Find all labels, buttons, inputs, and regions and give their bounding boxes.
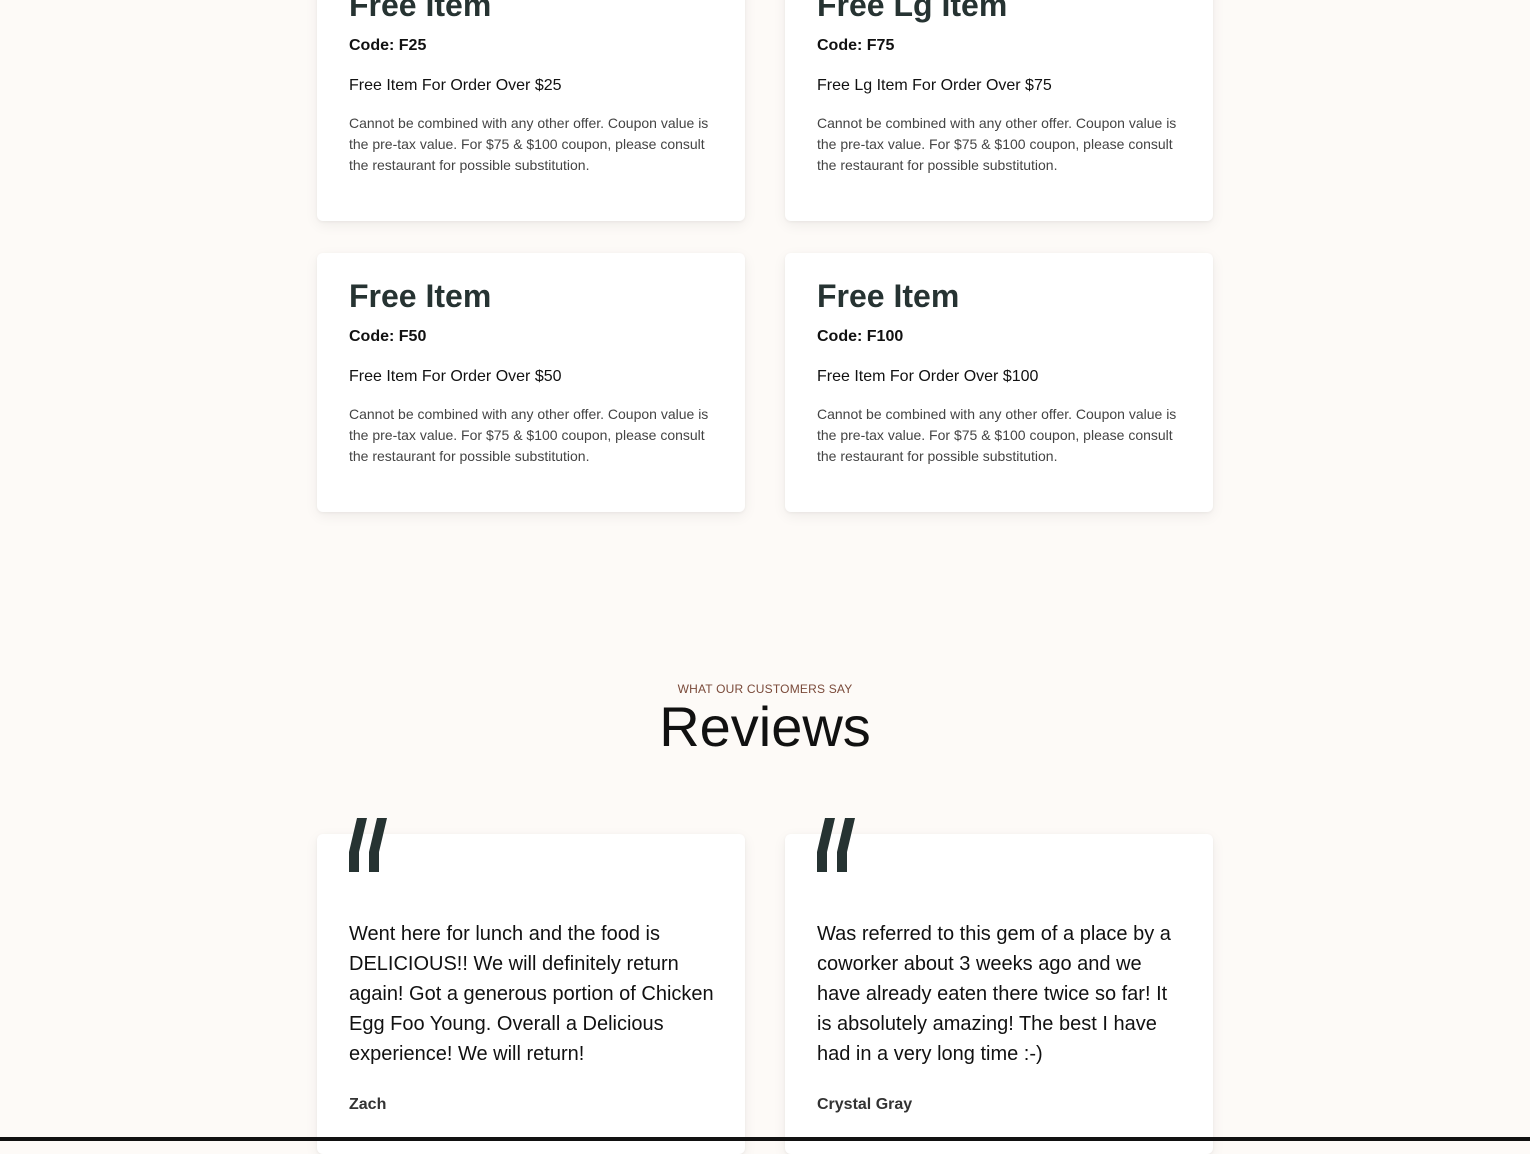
review-text: Was referred to this gem of a place by a… <box>817 923 1171 1065</box>
quote-icon <box>349 818 387 872</box>
review-author: Zach <box>349 1096 387 1113</box>
coupon-terms: Cannot be combined with any other offer.… <box>349 115 709 173</box>
coupon-card: Free Item Code: F100 Free Item For Order… <box>785 253 1213 512</box>
coupon-title: Free Item <box>349 278 492 314</box>
coupon-title: Free Lg Item <box>817 0 1008 23</box>
coupon-code: Code: F100 <box>817 328 904 345</box>
bottom-bar <box>0 1137 1530 1141</box>
coupon-description: Free Item For Order Over $50 <box>349 368 562 385</box>
review-author: Crystal Gray <box>817 1096 913 1113</box>
quote-icon <box>817 818 855 872</box>
coupon-terms: Cannot be combined with any other offer.… <box>817 406 1177 464</box>
coupon-card: Free Item Code: F25 Free Item For Order … <box>317 0 745 221</box>
coupon-description: Free Item For Order Over $100 <box>817 368 1039 385</box>
coupon-card: Free Item Code: F50 Free Item For Order … <box>317 253 745 512</box>
coupon-code: Code: F25 <box>349 37 427 54</box>
coupon-description: Free Lg Item For Order Over $75 <box>817 77 1052 94</box>
coupon-code: Code: F50 <box>349 328 427 345</box>
coupon-title: Free Item <box>349 0 492 23</box>
review-card: Was referred to this gem of a place by a… <box>785 818 1213 1154</box>
coupon-title: Free Item <box>817 278 960 314</box>
coupon-card: Free Lg Item Code: F75 Free Lg Item For … <box>785 0 1213 221</box>
review-card: Went here for lunch and the food is DELI… <box>317 818 745 1154</box>
coupon-terms: Cannot be combined with any other offer.… <box>349 406 709 464</box>
section-title: Reviews <box>659 695 871 758</box>
coupon-terms: Cannot be combined with any other offer.… <box>817 115 1177 173</box>
review-text: Went here for lunch and the food is DELI… <box>349 923 714 1065</box>
coupon-code: Code: F75 <box>817 37 895 54</box>
coupon-description: Free Item For Order Over $25 <box>349 77 562 94</box>
